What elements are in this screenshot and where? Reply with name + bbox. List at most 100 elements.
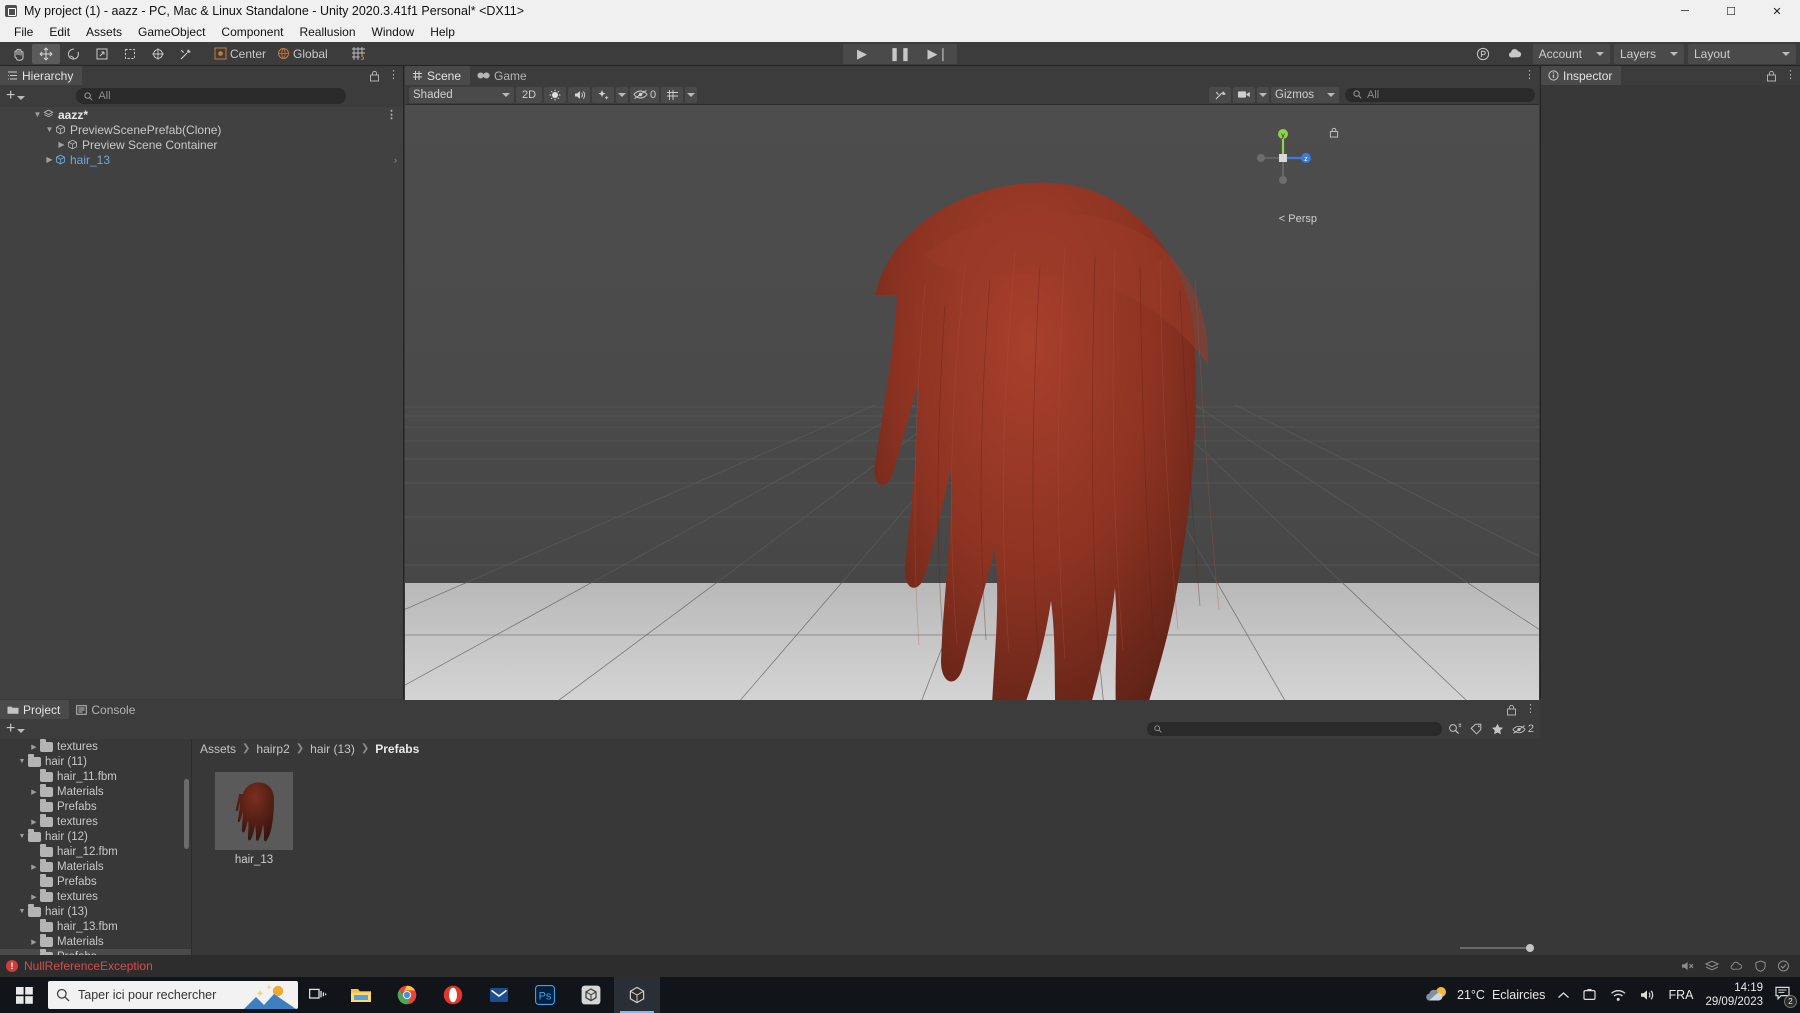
project-menu-icon[interactable]: ⋮ [1525,704,1536,715]
play-button[interactable]: ▶ [843,43,881,64]
breadcrumb-item-prefabs[interactable]: Prefabs [375,742,419,756]
chevron-right-icon[interactable]: ▶ [44,155,55,164]
hierarchy-row-previewsceneprefab[interactable]: ▼ PreviewScenePrefab(Clone) [0,122,403,137]
hand-tool-icon[interactable] [4,43,32,64]
pause-button[interactable]: ❚❚ [881,43,919,64]
rect-tool-icon[interactable] [116,43,144,64]
check-status-icon[interactable] [1777,960,1790,972]
project-tree-row[interactable]: ▶ Materials [0,934,191,949]
lock-icon[interactable] [369,70,380,82]
taskbar-app-mail[interactable] [476,977,522,1013]
chevron-down-icon[interactable]: ▼ [44,125,55,134]
menu-gameobject[interactable]: GameObject [130,22,213,42]
tab-scene[interactable]: Scene [405,66,471,85]
scene-menu-icon[interactable]: ⋮ [1524,70,1535,81]
lighting-toggle-icon[interactable] [544,86,566,103]
fx-toggle-icon[interactable] [592,86,614,103]
chevron-right-icon[interactable]: ▶ [28,938,40,946]
favorite-icon[interactable] [1491,723,1504,735]
scale-tool-icon[interactable] [88,43,116,64]
taskbar-search-input[interactable]: Taper ici pour rechercher [48,981,298,1009]
menu-component[interactable]: Component [213,22,291,42]
project-tree-row[interactable]: ▶ Materials [0,784,191,799]
notification-center-icon[interactable]: 2 [1775,986,1797,1008]
menu-reallusion[interactable]: Reallusion [291,22,363,42]
hierarchy-add-button[interactable]: + [6,88,26,104]
menu-help[interactable]: Help [422,22,463,42]
project-tree-row[interactable]: hair_12.fbm [0,844,191,859]
taskbar-app-unity-editor[interactable] [614,977,660,1013]
tab-project[interactable]: Project [0,700,70,719]
project-tree-row[interactable]: hair_13.fbm [0,919,191,934]
project-tree-row[interactable]: Prefabs [0,799,191,814]
label-icon[interactable] [1470,723,1483,735]
breadcrumb-item-assets[interactable]: Assets [200,742,236,756]
hierarchy-row-scene[interactable]: ▼ aazz* ⋮ [0,107,403,122]
gizmos-dropdown[interactable]: Gizmos [1271,86,1339,103]
lock-icon[interactable] [1766,70,1777,82]
hierarchy-tree[interactable]: ▼ aazz* ⋮ ▼ PreviewScenePrefab(Clone) ▶ [0,107,403,699]
gizmo-lock-icon[interactable] [1329,127,1339,141]
scene-axis-gizmo[interactable]: y z [1252,127,1314,189]
chevron-down-icon[interactable]: ▼ [16,833,28,840]
volume-icon[interactable] [1639,988,1656,1002]
draw-mode-dropdown[interactable]: Shaded [409,86,514,103]
layers-dropdown[interactable]: Layers [1613,43,1684,64]
layout-dropdown[interactable]: Layout [1688,43,1796,64]
audio-toggle-icon[interactable] [568,86,590,103]
chevron-down-icon[interactable]: ▼ [32,110,43,119]
scene-viewport[interactable]: y z < Persp [405,105,1539,718]
onedrive-icon[interactable] [1582,988,1598,1002]
hidden-objects-toggle[interactable]: 0 [630,86,660,103]
chevron-down-icon[interactable]: ▼ [16,908,28,915]
scene-menu-icon[interactable]: ⋮ [386,109,397,120]
cloud-icon[interactable] [1500,43,1529,64]
project-tree-row[interactable]: ▶ Materials [0,859,191,874]
perspective-mode-label[interactable]: < Persp [1279,213,1317,225]
search-filter-icon[interactable] [1448,723,1462,735]
camera-icon[interactable] [1233,86,1255,103]
inspector-menu-icon[interactable]: ⋮ [1785,70,1796,81]
grid-snap-icon[interactable] [344,43,373,64]
taskbar-weather[interactable]: 21°C Eclaircies [1426,985,1545,1005]
pivot-rotation-button[interactable]: Global [273,43,335,64]
project-add-button[interactable]: + [6,721,26,737]
hidden-assets-toggle[interactable]: 2 [1512,723,1534,735]
transform-tool-icon[interactable] [144,43,172,64]
menu-assets[interactable]: Assets [78,22,130,42]
pivot-mode-button[interactable]: Center [210,43,274,64]
taskbar-app-opera[interactable] [430,977,476,1013]
toggle-2d-button[interactable]: 2D [516,86,542,103]
chevron-right-icon[interactable]: ▶ [28,788,40,796]
tab-inspector[interactable]: Inspector [1541,66,1622,85]
project-tree-row[interactable]: ▶ textures [0,889,191,904]
tab-console[interactable]: Console [69,700,144,719]
chevron-right-icon[interactable]: › [394,155,397,165]
project-tree-scrollbar[interactable] [184,779,189,849]
grid-dropdown-arrow[interactable] [685,86,698,103]
camera-dropdown-arrow[interactable] [1257,86,1269,103]
layers-status-icon[interactable] [1705,960,1719,972]
hierarchy-row-hair13[interactable]: ▶ hair_13 › [0,152,403,167]
minimize-button[interactable]: ─ [1662,0,1708,22]
breadcrumb-item-hairp2[interactable]: hairp2 [256,742,289,756]
project-tree-row[interactable]: ▼ hair (13) [0,904,191,919]
wifi-icon[interactable] [1610,989,1627,1002]
menu-edit[interactable]: Edit [41,22,78,42]
scene-camera-settings-icon[interactable] [1209,86,1231,103]
chevron-down-icon[interactable]: ▼ [16,758,28,765]
chevron-right-icon[interactable]: ▶ [28,743,40,751]
taskbar-app-unity-hub[interactable] [568,977,614,1013]
tab-game[interactable]: Game [470,66,536,85]
project-search-input[interactable] [1147,722,1442,736]
gizmos-search-input[interactable]: All [1345,87,1535,102]
task-view-icon[interactable] [298,977,338,1013]
step-button[interactable]: ▶❘ [919,43,957,64]
chevron-right-icon[interactable]: ▶ [28,818,40,826]
cloud-status-icon[interactable] [1729,960,1744,972]
asset-item-hair13[interactable]: hair_13 [214,772,294,866]
move-tool-icon[interactable] [32,43,60,64]
collab-icon[interactable] [1468,43,1497,64]
asset-zoom-slider[interactable] [1460,943,1534,952]
chevron-right-icon[interactable]: ▶ [28,893,40,901]
